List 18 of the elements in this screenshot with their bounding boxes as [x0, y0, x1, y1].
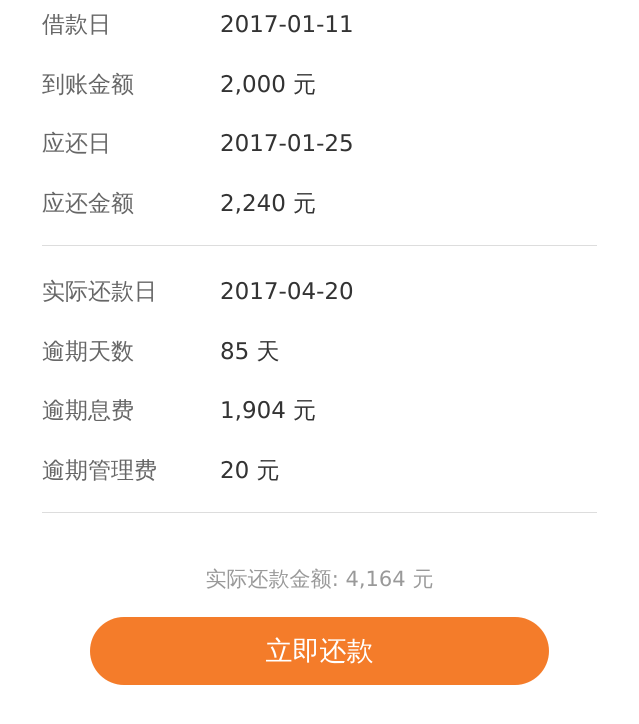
field-label: 应还日 [42, 130, 112, 160]
total-amount: 实际还款金额: 4,164 元 [204, 566, 434, 593]
field-label: 借款日 [42, 11, 112, 40]
field-label: 逾期天数 [42, 338, 135, 367]
field-label: 实际还款日 [42, 278, 158, 308]
field-value: 2017-04-20 [220, 278, 354, 305]
field-value: 2,000 元 [220, 70, 316, 100]
field-label: 应还金额 [42, 190, 135, 219]
field-value: 2,240 元 [220, 190, 316, 219]
field-value: 2017-01-25 [220, 130, 354, 157]
field-value: 1,904 元 [220, 397, 316, 426]
field-label: 到账金额 [42, 70, 135, 100]
field-value: 85 天 [220, 338, 280, 367]
field-label: 逾期息费 [42, 397, 135, 426]
field-value: 2017-01-11 [220, 12, 354, 38]
field-label: 逾期管理费 [42, 456, 158, 486]
repay-button[interactable]: 立即还款 [90, 617, 549, 685]
field-value: 20 元 [220, 456, 280, 486]
